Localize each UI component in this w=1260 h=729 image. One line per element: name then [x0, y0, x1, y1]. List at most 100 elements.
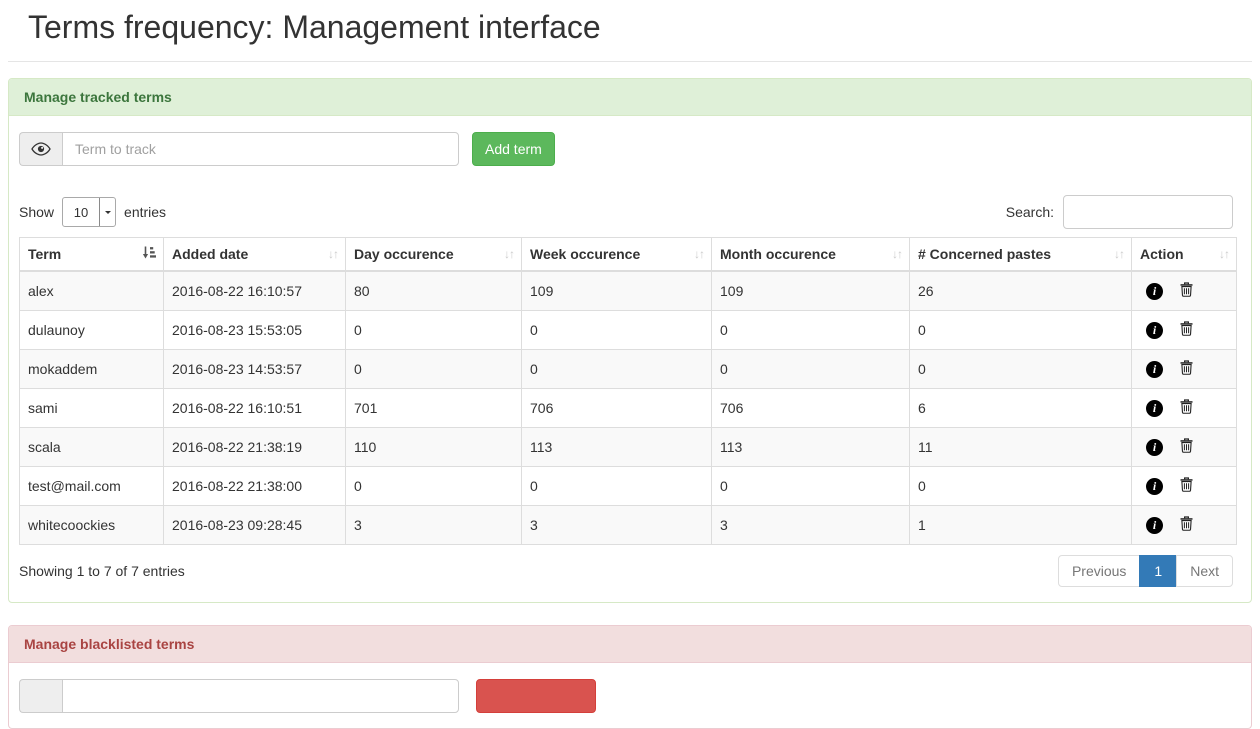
term-info-button[interactable]: i: [1146, 283, 1163, 300]
page-length-select[interactable]: 10: [62, 197, 116, 227]
term-cell: sami: [20, 389, 164, 428]
week-occurence-cell: 0: [522, 467, 712, 506]
table-row: dulaunoy 2016-08-23 15:53:05 0 0 0 0 i: [20, 311, 1237, 350]
day-occurence-cell: 0: [346, 311, 522, 350]
added-date-cell: 2016-08-22 21:38:19: [164, 428, 346, 467]
term-info-button[interactable]: i: [1146, 361, 1163, 378]
sort-both-icon: ↓↑: [1219, 247, 1229, 261]
chevron-down-icon: [99, 198, 115, 226]
term-delete-button[interactable]: [1180, 516, 1193, 534]
term-delete-button[interactable]: [1180, 360, 1193, 378]
term-cell: whitecoockies: [20, 506, 164, 545]
action-cell: i: [1132, 506, 1237, 545]
blacklist-addon-icon: [19, 679, 62, 713]
blacklist-term-input[interactable]: [62, 679, 459, 713]
search-control: Search:: [1006, 195, 1233, 229]
concerned-pastes-cell: 1: [910, 506, 1132, 545]
table-body: alex 2016-08-22 16:10:57 80 109 109 26 i…: [20, 271, 1237, 545]
trash-icon: [1180, 438, 1193, 456]
action-cell: i: [1132, 271, 1237, 311]
table-row: test@mail.com 2016-08-22 21:38:00 0 0 0 …: [20, 467, 1237, 506]
info-circle-icon: i: [1146, 322, 1163, 339]
term-info-button[interactable]: i: [1146, 439, 1163, 456]
blacklisted-terms-panel: Manage blacklisted terms: [8, 625, 1252, 729]
sort-both-icon: ↓↑: [694, 247, 704, 261]
column-header-day-occurence[interactable]: Day occurence ↓↑: [346, 238, 522, 272]
week-occurence-cell: 113: [522, 428, 712, 467]
column-header-month-occurence-label: Month occurence: [720, 246, 836, 262]
week-occurence-cell: 0: [522, 311, 712, 350]
week-occurence-cell: 0: [522, 350, 712, 389]
term-input[interactable]: [62, 132, 459, 166]
trash-icon: [1180, 516, 1193, 534]
info-circle-icon: i: [1146, 283, 1163, 300]
term-info-button[interactable]: i: [1146, 400, 1163, 417]
table-header-row: Term Added date: [20, 238, 1237, 272]
table-row: scala 2016-08-22 21:38:19 110 113 113 11…: [20, 428, 1237, 467]
info-circle-icon: i: [1146, 478, 1163, 495]
month-occurence-cell: 706: [712, 389, 910, 428]
column-header-concerned-pastes[interactable]: # Concerned pastes ↓↑: [910, 238, 1132, 272]
added-date-cell: 2016-08-23 15:53:05: [164, 311, 346, 350]
pagination-next[interactable]: Next: [1176, 555, 1233, 587]
month-occurence-cell: 113: [712, 428, 910, 467]
trash-icon: [1180, 360, 1193, 378]
term-cell: mokaddem: [20, 350, 164, 389]
term-delete-button[interactable]: [1180, 477, 1193, 495]
added-date-cell: 2016-08-23 14:53:57: [164, 350, 346, 389]
column-header-week-occurence-label: Week occurence: [530, 246, 640, 262]
add-term-row: Add term: [19, 132, 1233, 166]
table-row: sami 2016-08-22 16:10:51 701 706 706 6 i: [20, 389, 1237, 428]
term-delete-button[interactable]: [1180, 399, 1193, 417]
term-info-button[interactable]: i: [1146, 322, 1163, 339]
column-header-month-occurence[interactable]: Month occurence ↓↑: [712, 238, 910, 272]
column-header-added-date[interactable]: Added date ↓↑: [164, 238, 346, 272]
term-delete-button[interactable]: [1180, 321, 1193, 339]
term-cell: test@mail.com: [20, 467, 164, 506]
week-occurence-cell: 706: [522, 389, 712, 428]
action-cell: i: [1132, 428, 1237, 467]
page-length-control: Show 10 entries: [19, 197, 166, 227]
search-input[interactable]: [1063, 195, 1233, 229]
column-header-term-label: Term: [28, 246, 61, 262]
show-label: Show: [19, 204, 54, 220]
eye-icon: [19, 132, 62, 166]
term-delete-button[interactable]: [1180, 282, 1193, 300]
column-header-day-occurence-label: Day occurence: [354, 246, 454, 262]
term-delete-button[interactable]: [1180, 438, 1193, 456]
column-header-week-occurence[interactable]: Week occurence ↓↑: [522, 238, 712, 272]
term-info-button[interactable]: i: [1146, 517, 1163, 534]
action-cell: i: [1132, 311, 1237, 350]
info-circle-icon: i: [1146, 361, 1163, 378]
column-header-action[interactable]: Action ↓↑: [1132, 238, 1237, 272]
term-info-button[interactable]: i: [1146, 478, 1163, 495]
table-footer: Showing 1 to 7 of 7 entries Previous 1 N…: [19, 555, 1233, 587]
month-occurence-cell: 0: [712, 311, 910, 350]
table-row: mokaddem 2016-08-23 14:53:57 0 0 0 0 i: [20, 350, 1237, 389]
entries-label: entries: [124, 204, 166, 220]
tracked-terms-panel: Manage tracked terms Add term Show 10: [8, 78, 1252, 603]
page-title: Terms frequency: Management interface: [28, 9, 1232, 46]
month-occurence-cell: 0: [712, 350, 910, 389]
table-controls: Show 10 entries Search:: [19, 195, 1233, 229]
column-header-action-label: Action: [1140, 246, 1184, 262]
added-date-cell: 2016-08-23 09:28:45: [164, 506, 346, 545]
day-occurence-cell: 110: [346, 428, 522, 467]
concerned-pastes-cell: 11: [910, 428, 1132, 467]
sort-both-icon: ↓↑: [892, 247, 902, 261]
sort-both-icon: ↓↑: [328, 247, 338, 261]
sort-both-icon: ↓↑: [1114, 247, 1124, 261]
column-header-term[interactable]: Term: [20, 238, 164, 272]
day-occurence-cell: 701: [346, 389, 522, 428]
pagination-page-1[interactable]: 1: [1139, 555, 1177, 587]
add-term-button[interactable]: Add term: [472, 132, 555, 166]
pagination-previous[interactable]: Previous: [1058, 555, 1140, 587]
action-cell: i: [1132, 389, 1237, 428]
term-cell: dulaunoy: [20, 311, 164, 350]
term-input-group: [19, 132, 459, 166]
added-date-cell: 2016-08-22 16:10:57: [164, 271, 346, 311]
pagination: Previous 1 Next: [1058, 555, 1233, 587]
page-length-value: 10: [63, 198, 99, 226]
add-blacklist-button[interactable]: [476, 679, 596, 713]
title-divider: [8, 61, 1252, 62]
